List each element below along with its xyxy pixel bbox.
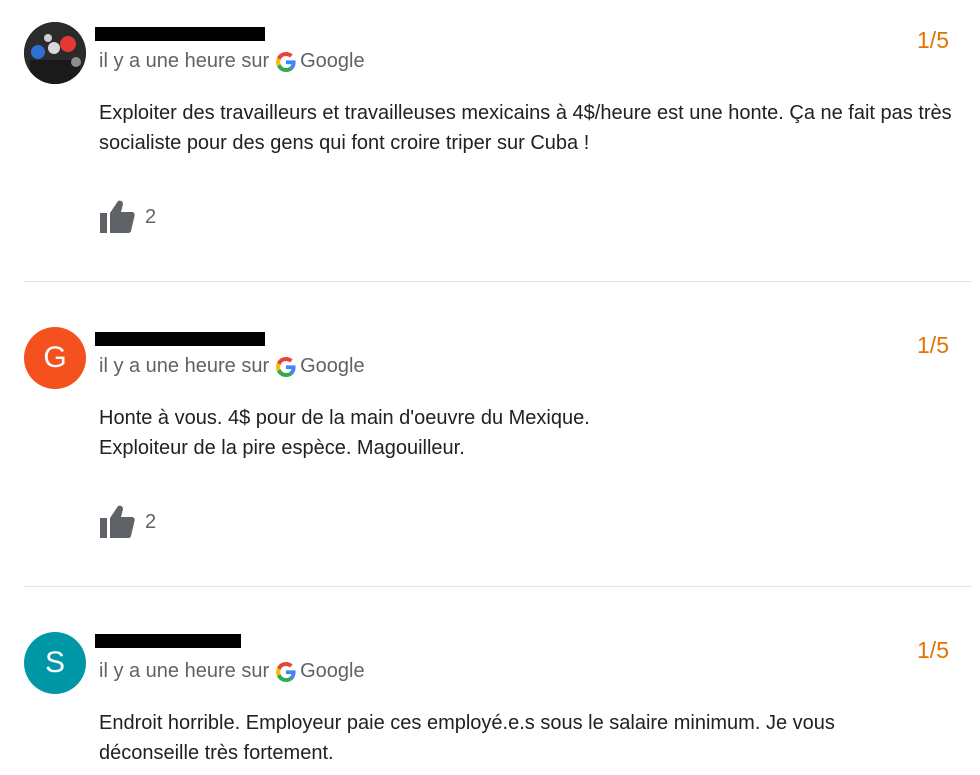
review-divider: [24, 586, 972, 587]
reviewer-name-redacted: [95, 634, 241, 648]
reviewer-avatar[interactable]: G: [24, 327, 86, 389]
review-source[interactable]: Google: [300, 355, 365, 378]
google-g-icon: [276, 661, 296, 682]
like-button[interactable]: 2: [99, 505, 156, 539]
review-time: il y a une heure sur: [99, 660, 270, 682]
google-g-icon: [276, 51, 296, 72]
reviewer-name-redacted: [95, 332, 265, 346]
avatar-photo-image: [24, 22, 86, 84]
review-meta: il y a une heure sur Google: [99, 660, 365, 683]
review-meta: il y a une heure sur Google: [99, 355, 365, 378]
review-text: Endroit horrible. Employeur paie ces emp…: [99, 712, 835, 764]
review-rating: 1/5: [917, 332, 949, 358]
reviewer-avatar[interactable]: S: [24, 632, 86, 694]
review-text: Honte à vous. 4$ pour de la main d'oeuvr…: [99, 403, 959, 463]
review-time: il y a une heure sur: [99, 50, 270, 72]
review-time: il y a une heure sur: [99, 355, 270, 377]
review-source[interactable]: Google: [300, 660, 365, 683]
review-text-line: Exploiteur de la pire espèce. Magouilleu…: [99, 437, 465, 459]
like-count: 2: [145, 205, 157, 228]
reviewer-avatar[interactable]: [24, 22, 86, 84]
google-g-icon: [276, 356, 296, 377]
review-meta: il y a une heure sur Google: [99, 50, 365, 73]
review-divider: [24, 281, 972, 282]
avatar-letter: G: [43, 341, 67, 374]
like-button[interactable]: 2: [99, 200, 156, 234]
review-source[interactable]: Google: [300, 50, 365, 73]
thumbs-up-icon: [100, 505, 135, 538]
review-rating: 1/5: [917, 637, 949, 663]
thumbs-up-icon: [100, 200, 135, 233]
review-rating: 1/5: [917, 27, 949, 53]
avatar-letter: S: [44, 646, 65, 679]
like-count: 2: [145, 510, 157, 533]
reviewer-name-redacted: [95, 27, 265, 41]
review-text: Exploiter des travailleurs et travailleu…: [99, 102, 952, 154]
review-text-line: Honte à vous. 4$ pour de la main d'oeuvr…: [99, 407, 590, 429]
